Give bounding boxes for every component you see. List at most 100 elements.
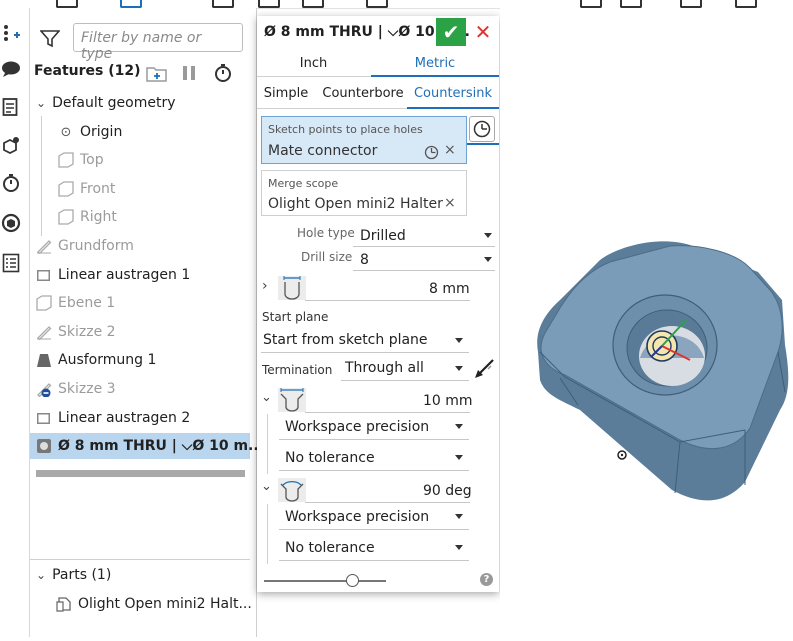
- toolbar-icon-6[interactable]: [366, 0, 388, 8]
- detail-slider-handle[interactable]: [345, 574, 359, 587]
- sketch-points-field[interactable]: Sketch points to place holes Mate connec…: [261, 116, 467, 164]
- filter-input[interactable]: Filter by name or type: [73, 23, 243, 62]
- chevron-down-icon[interactable]: [455, 514, 463, 519]
- chevron-down-icon[interactable]: [455, 455, 463, 460]
- chevron-down-icon[interactable]: ⌄: [36, 568, 46, 582]
- 3d-viewport[interactable]: [500, 8, 793, 637]
- merge-scope-label: Merge scope: [268, 177, 339, 190]
- tab-underline: [407, 107, 499, 109]
- dialog-header: Ø 8 mm THRU | ⌵Ø 10 m... ✔ ✕: [257, 16, 499, 48]
- tab-underline: [371, 75, 499, 77]
- configuration-icon[interactable]: [0, 134, 22, 156]
- mate-connector-button[interactable]: [469, 116, 495, 142]
- toolbar-icon-9[interactable]: [680, 0, 702, 8]
- part-name: Olight Open mini2 Halt...: [78, 596, 252, 612]
- help-icon[interactable]: ?: [480, 573, 493, 586]
- rollback-stopwatch-icon[interactable]: [213, 63, 233, 87]
- group-guide: [267, 414, 268, 474]
- tree-item-ausformung-1[interactable]: Ausformung 1: [30, 347, 256, 373]
- tolerance-select-1[interactable]: No tolerance: [285, 450, 375, 466]
- close-icon: ✕: [474, 20, 492, 44]
- termination-select[interactable]: Through all: [345, 360, 424, 376]
- tree-item-top[interactable]: Top: [30, 147, 256, 173]
- chevron-down-icon[interactable]: [484, 233, 492, 238]
- tab-countersink[interactable]: Countersink: [412, 86, 494, 101]
- cancel-button[interactable]: ✕: [471, 18, 495, 46]
- chevron-down-icon[interactable]: ⌄: [261, 479, 272, 494]
- flip-direction-icon[interactable]: [473, 358, 495, 384]
- list-icon[interactable]: [0, 252, 22, 274]
- detail-slider-track[interactable]: [264, 580, 386, 582]
- tab-counterbore[interactable]: Counterbore: [319, 86, 407, 101]
- toolbar-icon-2[interactable]: [120, 0, 142, 8]
- tree-item-label: Linear austragen 1: [58, 267, 191, 283]
- precision-select-1[interactable]: Workspace precision: [285, 419, 429, 435]
- tolerance-select-2[interactable]: No tolerance: [285, 540, 375, 556]
- notes-icon[interactable]: [0, 96, 22, 118]
- chevron-right-icon[interactable]: ›: [262, 278, 268, 294]
- tree-item-ebene-1[interactable]: Ebene 1: [30, 290, 256, 316]
- remove-selection-icon[interactable]: ×: [444, 142, 456, 158]
- toolbar-icon-10[interactable]: [735, 0, 757, 8]
- tree-item-right[interactable]: Right: [30, 204, 256, 230]
- tab-metric[interactable]: Metric: [371, 56, 499, 71]
- start-plane-label: Start plane: [262, 310, 329, 324]
- hole-diameter-icon: [278, 274, 306, 304]
- plane-icon: [36, 295, 52, 311]
- start-plane-select[interactable]: Start from sketch plane: [263, 332, 428, 348]
- sketch-points-value: Mate connector: [268, 143, 378, 159]
- hole-type-select[interactable]: Drilled: [360, 228, 406, 244]
- countersink-diameter-input[interactable]: 10 mm: [423, 393, 473, 409]
- stopwatch-icon[interactable]: [0, 172, 22, 194]
- extrude-icon: [36, 267, 52, 283]
- tab-simple[interactable]: Simple: [260, 86, 312, 101]
- merge-scope-field[interactable]: Merge scope Olight Open mini2 Halter ×: [261, 170, 467, 216]
- chevron-down-icon[interactable]: [484, 257, 492, 262]
- tree-item-grundform[interactable]: Grundform: [30, 233, 256, 259]
- origin-marker-dot: [620, 453, 624, 457]
- origin-icon: ⊙: [60, 124, 72, 140]
- toolbar-icon-1[interactable]: [56, 0, 78, 8]
- chevron-down-icon[interactable]: [455, 424, 463, 429]
- tab-inch[interactable]: Inch: [257, 56, 370, 71]
- appearance-icon[interactable]: [0, 212, 22, 234]
- toolbar-icon-3[interactable]: [212, 0, 234, 8]
- remove-merge-icon[interactable]: ×: [444, 195, 456, 211]
- toolbar-icon-7[interactable]: [580, 0, 602, 8]
- tree-item-front[interactable]: Front: [30, 176, 256, 202]
- add-variable-icon[interactable]: [0, 22, 22, 44]
- precision-select-2[interactable]: Workspace precision: [285, 509, 429, 525]
- default-geometry-folder[interactable]: ⌄ Default geometry: [30, 90, 256, 116]
- chevron-down-icon[interactable]: ⌄: [261, 390, 272, 405]
- chevron-down-icon[interactable]: [455, 545, 463, 550]
- tree-item-hole-feature[interactable]: Ø 8 mm THRU | ⌵Ø 10 m...: [30, 433, 264, 459]
- rollback-bar[interactable]: [36, 470, 245, 477]
- filter-icon[interactable]: [39, 30, 61, 52]
- tree-item-label: Right: [80, 209, 117, 225]
- drill-size-select[interactable]: 8: [360, 252, 369, 268]
- extrude-icon: [36, 410, 52, 426]
- comment-icon[interactable]: [0, 58, 22, 80]
- tree-item-label: Skizze 3: [58, 381, 116, 397]
- accept-button[interactable]: ✔: [436, 18, 466, 46]
- tree-item-linear-austragen-2[interactable]: Linear austragen 2: [30, 405, 256, 431]
- add-folder-icon[interactable]: [146, 64, 168, 86]
- diameter-input[interactable]: 8 mm: [429, 281, 470, 297]
- chevron-down-icon[interactable]: [455, 338, 463, 343]
- pause-icon[interactable]: [181, 65, 197, 85]
- chevron-down-icon[interactable]: ⌄: [36, 96, 46, 110]
- check-icon: ✔: [442, 20, 460, 44]
- toolbar-icon-8[interactable]: [620, 0, 642, 8]
- tree-item-label: Front: [80, 181, 116, 197]
- tree-item-skizze-2[interactable]: Skizze 2: [30, 319, 256, 345]
- plane-icon: [58, 181, 74, 197]
- tree-item-skizze-3[interactable]: Skizze 3: [30, 376, 256, 402]
- toolbar-icon-4[interactable]: [258, 0, 280, 8]
- tree-item-linear-austragen-1[interactable]: Linear austragen 1: [30, 262, 256, 288]
- tree-item-origin[interactable]: ⊙ Origin: [30, 119, 256, 145]
- chevron-down-icon[interactable]: [455, 366, 463, 371]
- parts-folder[interactable]: ⌄ Parts (1): [30, 562, 256, 588]
- part-item[interactable]: Olight Open mini2 Halt...: [30, 591, 256, 617]
- countersink-angle-input[interactable]: 90 deg: [423, 483, 472, 499]
- toolbar-icon-5[interactable]: [302, 0, 324, 8]
